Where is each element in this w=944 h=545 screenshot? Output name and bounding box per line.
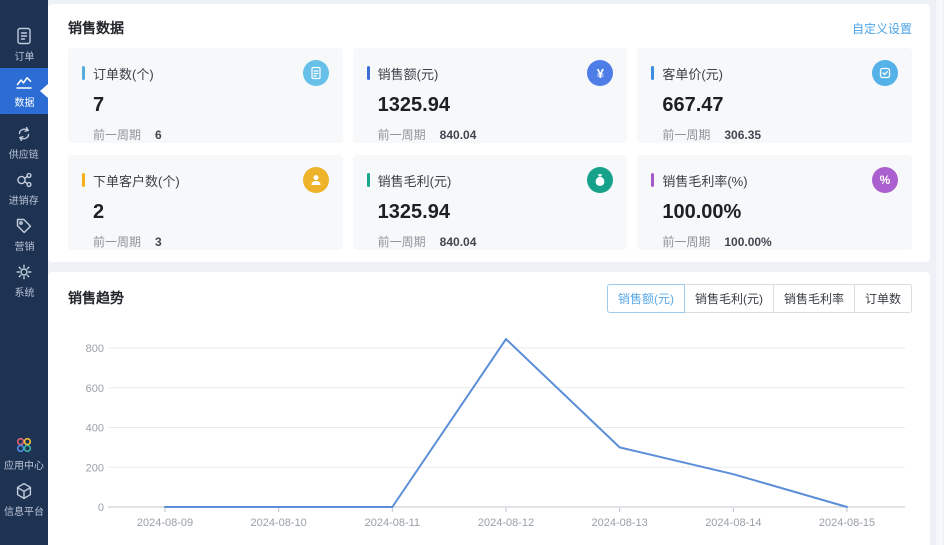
sidebar-item-label: 应用中心: [4, 458, 44, 472]
trend-metric-tab-group: 销售额(元) 销售毛利(元) 销售毛利率 订单数: [607, 284, 912, 313]
order-doc-icon: [14, 26, 34, 46]
sidebar-item-system[interactable]: 系统: [0, 258, 48, 304]
money-bag-icon: [587, 167, 613, 193]
custom-settings-link[interactable]: 自定义设置: [852, 20, 912, 37]
svg-text:200: 200: [86, 462, 104, 474]
prev-period-value: 840.04: [440, 235, 477, 249]
stat-card-gross-profit: 销售毛利(元) 1325.94 前一周期 840.04: [353, 155, 628, 250]
stat-label: 销售额(元): [378, 64, 439, 83]
stat-label: 客单价(元): [662, 64, 723, 83]
accent-bar: [82, 173, 85, 187]
stat-label: 订单数(个): [93, 64, 154, 83]
sidebar-item-orders[interactable]: 订单: [0, 22, 48, 68]
sidebar-item-marketing[interactable]: 营销: [0, 212, 48, 258]
stat-cards-grid: 订单数(个) 7 前一周期 6 销售额(元): [68, 48, 912, 250]
sidebar-item-label: 数据: [14, 95, 34, 109]
stat-card-customer-count: 下单客户数(个) 2 前一周期 3: [68, 155, 343, 250]
gear-icon: [14, 262, 34, 282]
stat-value: 1325.94: [378, 94, 614, 117]
sidebar-item-app-center[interactable]: 应用中心: [0, 431, 48, 477]
data-chart-icon: [14, 72, 34, 92]
stat-card-avg-order-value: 客单价(元) 667.47 前一周期 306.35: [637, 48, 912, 143]
sales-trend-title: 销售趋势: [68, 288, 124, 308]
active-item-arrow-notch: [40, 84, 48, 98]
main-content: 销售数据 自定义设置 订单数(个) 7 前一周期 6: [48, 0, 930, 545]
prev-period-label: 前一周期: [378, 233, 426, 250]
accent-bar: [82, 66, 85, 80]
order-list-icon: [303, 60, 329, 86]
svg-text:2024-08-10: 2024-08-10: [251, 517, 307, 529]
sidebar-item-label: 供应链: [9, 147, 39, 161]
prev-period-label: 前一周期: [662, 233, 710, 250]
accent-bar: [367, 66, 370, 80]
app-center-icon: [14, 435, 34, 455]
tab-order-count[interactable]: 订单数: [854, 284, 912, 313]
sidebar-item-inventory[interactable]: 进销存: [0, 166, 48, 212]
svg-text:2024-08-14: 2024-08-14: [705, 517, 761, 529]
prev-period-value: 3: [155, 235, 162, 249]
tab-sales-amount[interactable]: 销售额(元): [607, 284, 685, 313]
supply-chain-icon: [14, 124, 34, 144]
check-badge-icon: [872, 60, 898, 86]
sidebar-item-info-platform[interactable]: 信息平台: [0, 477, 48, 523]
svg-text:800: 800: [86, 343, 104, 355]
stat-card-order-count: 订单数(个) 7 前一周期 6: [68, 48, 343, 143]
svg-text:0: 0: [98, 502, 104, 514]
stat-label: 下单客户数(个): [93, 171, 180, 190]
sidebar-bottom-group: 应用中心 信息平台: [0, 431, 48, 545]
vertical-scrollbar[interactable]: [936, 0, 943, 545]
stat-value: 7: [93, 94, 329, 117]
chart-gridlines: [108, 348, 905, 512]
price-tag-icon: [14, 216, 34, 236]
sidebar: 订单 数据 供应链 进销存: [0, 0, 48, 545]
svg-text:2024-08-12: 2024-08-12: [478, 517, 534, 529]
stat-card-sales-amount: 销售额(元) ¥ 1325.94 前一周期 840.04: [353, 48, 628, 143]
percent-icon: %: [872, 167, 898, 193]
chart-axis-labels: 0 200 400 600 800 2024-08-09 2024-08-10 2024-08…: [86, 343, 876, 529]
prev-period-value: 100.00%: [724, 235, 771, 249]
stat-label: 销售毛利(元): [378, 171, 452, 190]
stat-value: 2: [93, 201, 329, 224]
person-icon: [303, 167, 329, 193]
sidebar-item-supply-chain[interactable]: 供应链: [0, 120, 48, 166]
yen-icon: ¥: [587, 60, 613, 86]
svg-text:400: 400: [86, 423, 104, 435]
sales-data-panel: 销售数据 自定义设置 订单数(个) 7 前一周期 6: [48, 4, 930, 262]
prev-period-value: 6: [155, 128, 162, 142]
info-platform-cube-icon: [14, 481, 34, 501]
svg-text:2024-08-09: 2024-08-09: [137, 517, 193, 529]
trend-line-chart: 0 200 400 600 800 2024-08-09 2024-08-10 2024-08…: [48, 322, 930, 545]
prev-period-label: 前一周期: [93, 126, 141, 143]
prev-period-label: 前一周期: [662, 126, 710, 143]
sidebar-item-label: 营销: [14, 239, 34, 253]
prev-period-value: 306.35: [724, 128, 761, 142]
accent-bar: [651, 66, 654, 80]
sidebar-item-label: 系统: [14, 285, 34, 299]
svg-text:2024-08-15: 2024-08-15: [819, 517, 875, 529]
stat-value: 100.00%: [662, 201, 898, 224]
sidebar-item-label: 信息平台: [4, 504, 44, 518]
svg-text:2024-08-11: 2024-08-11: [365, 517, 420, 529]
chart-line-series: [165, 339, 847, 507]
prev-period-value: 840.04: [440, 128, 477, 142]
tab-gross-margin[interactable]: 销售毛利率: [773, 284, 855, 313]
svg-text:2024-08-13: 2024-08-13: [592, 517, 648, 529]
stat-value: 1325.94: [378, 201, 614, 224]
sales-data-title: 销售数据: [68, 18, 124, 38]
stat-value: 667.47: [662, 94, 898, 117]
stat-card-gross-margin: 销售毛利率(%) % 100.00% 前一周期 100.00%: [637, 155, 912, 250]
sidebar-item-label: 进销存: [9, 193, 39, 207]
sidebar-item-label: 订单: [14, 49, 34, 63]
sales-trend-panel: 销售趋势 销售额(元) 销售毛利(元) 销售毛利率 订单数 0 200 400 600…: [48, 272, 930, 545]
accent-bar: [651, 173, 654, 187]
svg-text:600: 600: [86, 383, 104, 395]
inventory-nodes-icon: [14, 170, 34, 190]
prev-period-label: 前一周期: [378, 126, 426, 143]
stat-label: 销售毛利率(%): [662, 171, 747, 190]
tab-gross-profit[interactable]: 销售毛利(元): [684, 284, 774, 313]
prev-period-label: 前一周期: [93, 233, 141, 250]
accent-bar: [367, 173, 370, 187]
